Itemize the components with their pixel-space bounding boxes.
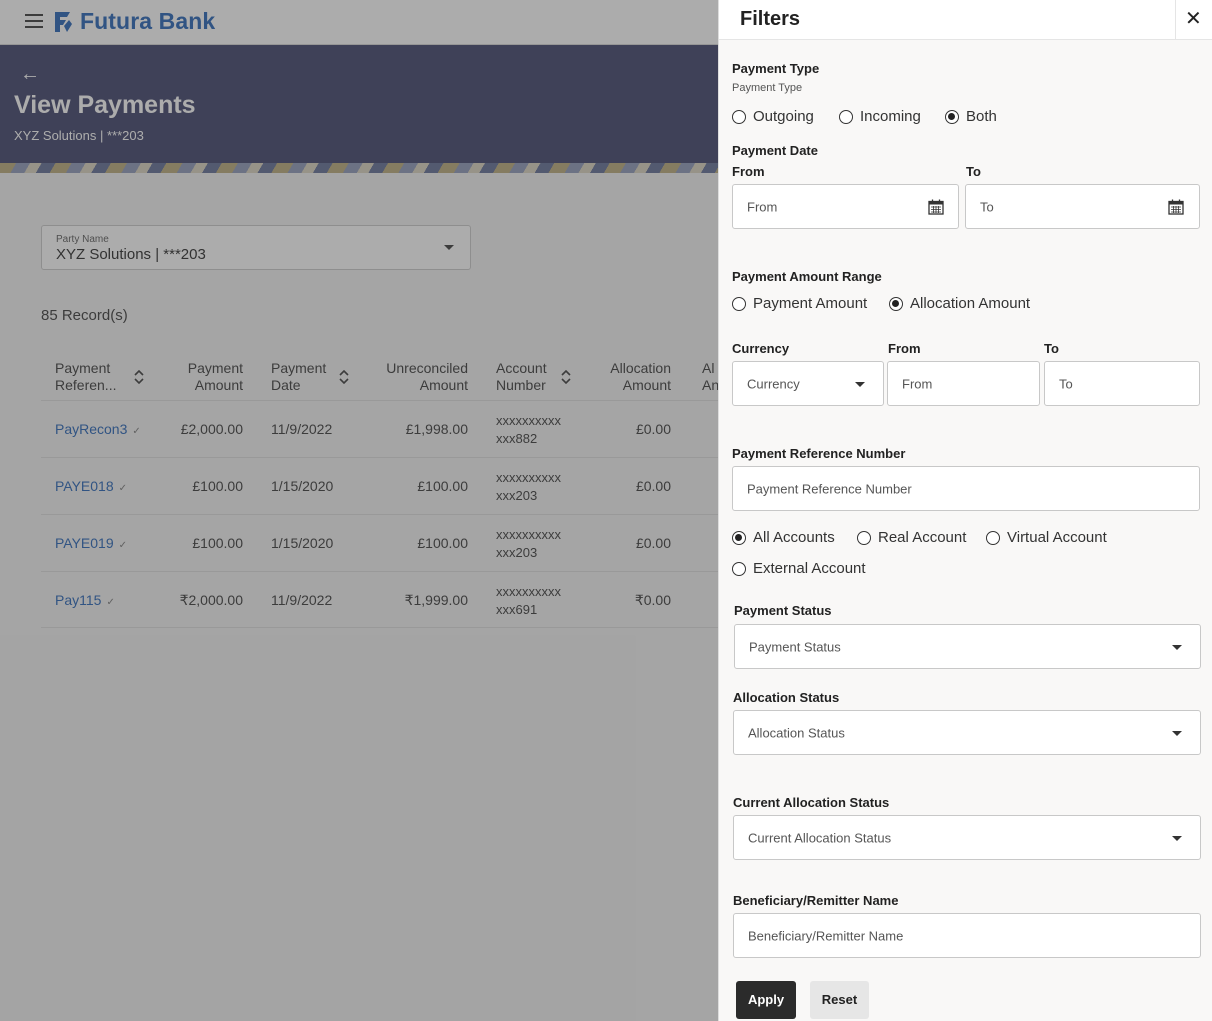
reset-button[interactable]: Reset — [810, 981, 869, 1019]
radio-external-account[interactable]: External Account — [732, 560, 866, 577]
amount-from-label: From — [888, 341, 921, 356]
placeholder-text: Current Allocation Status — [748, 830, 892, 845]
allocation-status-select[interactable]: Allocation Status — [733, 710, 1201, 755]
radio-outgoing[interactable]: Outgoing — [732, 108, 814, 125]
radio-label: Real Account — [878, 529, 967, 546]
chevron-down-icon — [1172, 644, 1182, 650]
radio-circle — [732, 296, 746, 311]
apply-button[interactable]: Apply — [736, 981, 796, 1019]
radio-label: Payment Amount — [753, 295, 868, 312]
radio-incoming[interactable]: Incoming — [839, 108, 921, 125]
radio-label: Incoming — [860, 108, 921, 125]
payment-type-label: Payment Type — [732, 61, 820, 76]
beneficiary-label: Beneficiary/Remitter Name — [733, 893, 899, 908]
amount-to-label: To — [1044, 341, 1059, 356]
current-allocation-status-label: Current Allocation Status — [733, 795, 890, 810]
radio-label: Outgoing — [753, 108, 814, 125]
payment-type-sublabel: Payment Type — [732, 82, 803, 94]
calendar-icon[interactable] — [1168, 199, 1184, 215]
chevron-down-icon — [1172, 730, 1182, 736]
radio-allocation-amount[interactable]: Allocation Amount — [889, 295, 1030, 312]
placeholder-text: From — [902, 376, 933, 391]
date-to-input[interactable]: To — [965, 184, 1200, 229]
radio-virtual-account[interactable]: Virtual Account — [986, 529, 1107, 546]
date-from-label: From — [732, 164, 765, 179]
radio-circle — [839, 109, 853, 124]
currency-select[interactable]: Currency — [732, 361, 884, 406]
radio-circle-selected — [732, 530, 746, 545]
currency-label: Currency — [732, 341, 790, 356]
radio-payment-amount[interactable]: Payment Amount — [732, 295, 867, 312]
allocation-status-label: Allocation Status — [733, 690, 840, 705]
radio-label: Allocation Amount — [910, 295, 1031, 312]
filters-header: Filters ✕ — [719, 0, 1212, 40]
placeholder-text: Beneficiary/Remitter Name — [748, 928, 904, 943]
radio-label: All Accounts — [753, 529, 835, 546]
chevron-down-icon — [1172, 835, 1182, 841]
radio-circle — [732, 109, 746, 124]
radio-all-accounts[interactable]: All Accounts — [732, 529, 835, 546]
radio-circle-selected — [945, 109, 959, 124]
beneficiary-input[interactable]: Beneficiary/Remitter Name — [733, 913, 1201, 958]
modal-backdrop[interactable] — [0, 0, 718, 1021]
radio-label: Both — [966, 108, 997, 125]
payment-date-label: Payment Date — [732, 143, 818, 158]
payment-status-label: Payment Status — [734, 603, 832, 618]
reference-number-label: Payment Reference Number — [732, 446, 906, 461]
date-to-label: To — [966, 164, 981, 179]
radio-label: Virtual Account — [1007, 529, 1107, 546]
placeholder-text: Payment Reference Number — [747, 481, 912, 496]
radio-label: External Account — [753, 560, 866, 577]
payment-status-select[interactable]: Payment Status — [734, 624, 1201, 669]
reference-number-input[interactable]: Payment Reference Number — [732, 466, 1200, 511]
placeholder-text: Currency — [747, 376, 800, 391]
placeholder-text: Allocation Status — [748, 725, 845, 740]
current-allocation-status-select[interactable]: Current Allocation Status — [733, 815, 1201, 860]
filters-title: Filters — [740, 8, 801, 30]
radio-both[interactable]: Both — [945, 108, 997, 125]
amount-range-label: Payment Amount Range — [732, 269, 882, 284]
amount-to-input[interactable]: To — [1044, 361, 1200, 406]
calendar-icon[interactable] — [928, 199, 944, 215]
date-from-input[interactable]: From — [732, 184, 959, 229]
radio-circle — [732, 561, 746, 576]
placeholder-text: To — [980, 199, 994, 214]
placeholder-text: Payment Status — [749, 639, 841, 654]
header-divider — [1175, 0, 1176, 40]
radio-circle-selected — [889, 296, 903, 311]
placeholder-text: From — [747, 199, 778, 214]
radio-circle — [986, 530, 1000, 545]
radio-real-account[interactable]: Real Account — [857, 529, 966, 546]
placeholder-text: To — [1059, 376, 1073, 391]
close-icon[interactable]: ✕ — [1185, 6, 1202, 31]
radio-circle — [857, 530, 871, 545]
chevron-down-icon — [855, 381, 865, 387]
amount-from-input[interactable]: From — [887, 361, 1040, 406]
